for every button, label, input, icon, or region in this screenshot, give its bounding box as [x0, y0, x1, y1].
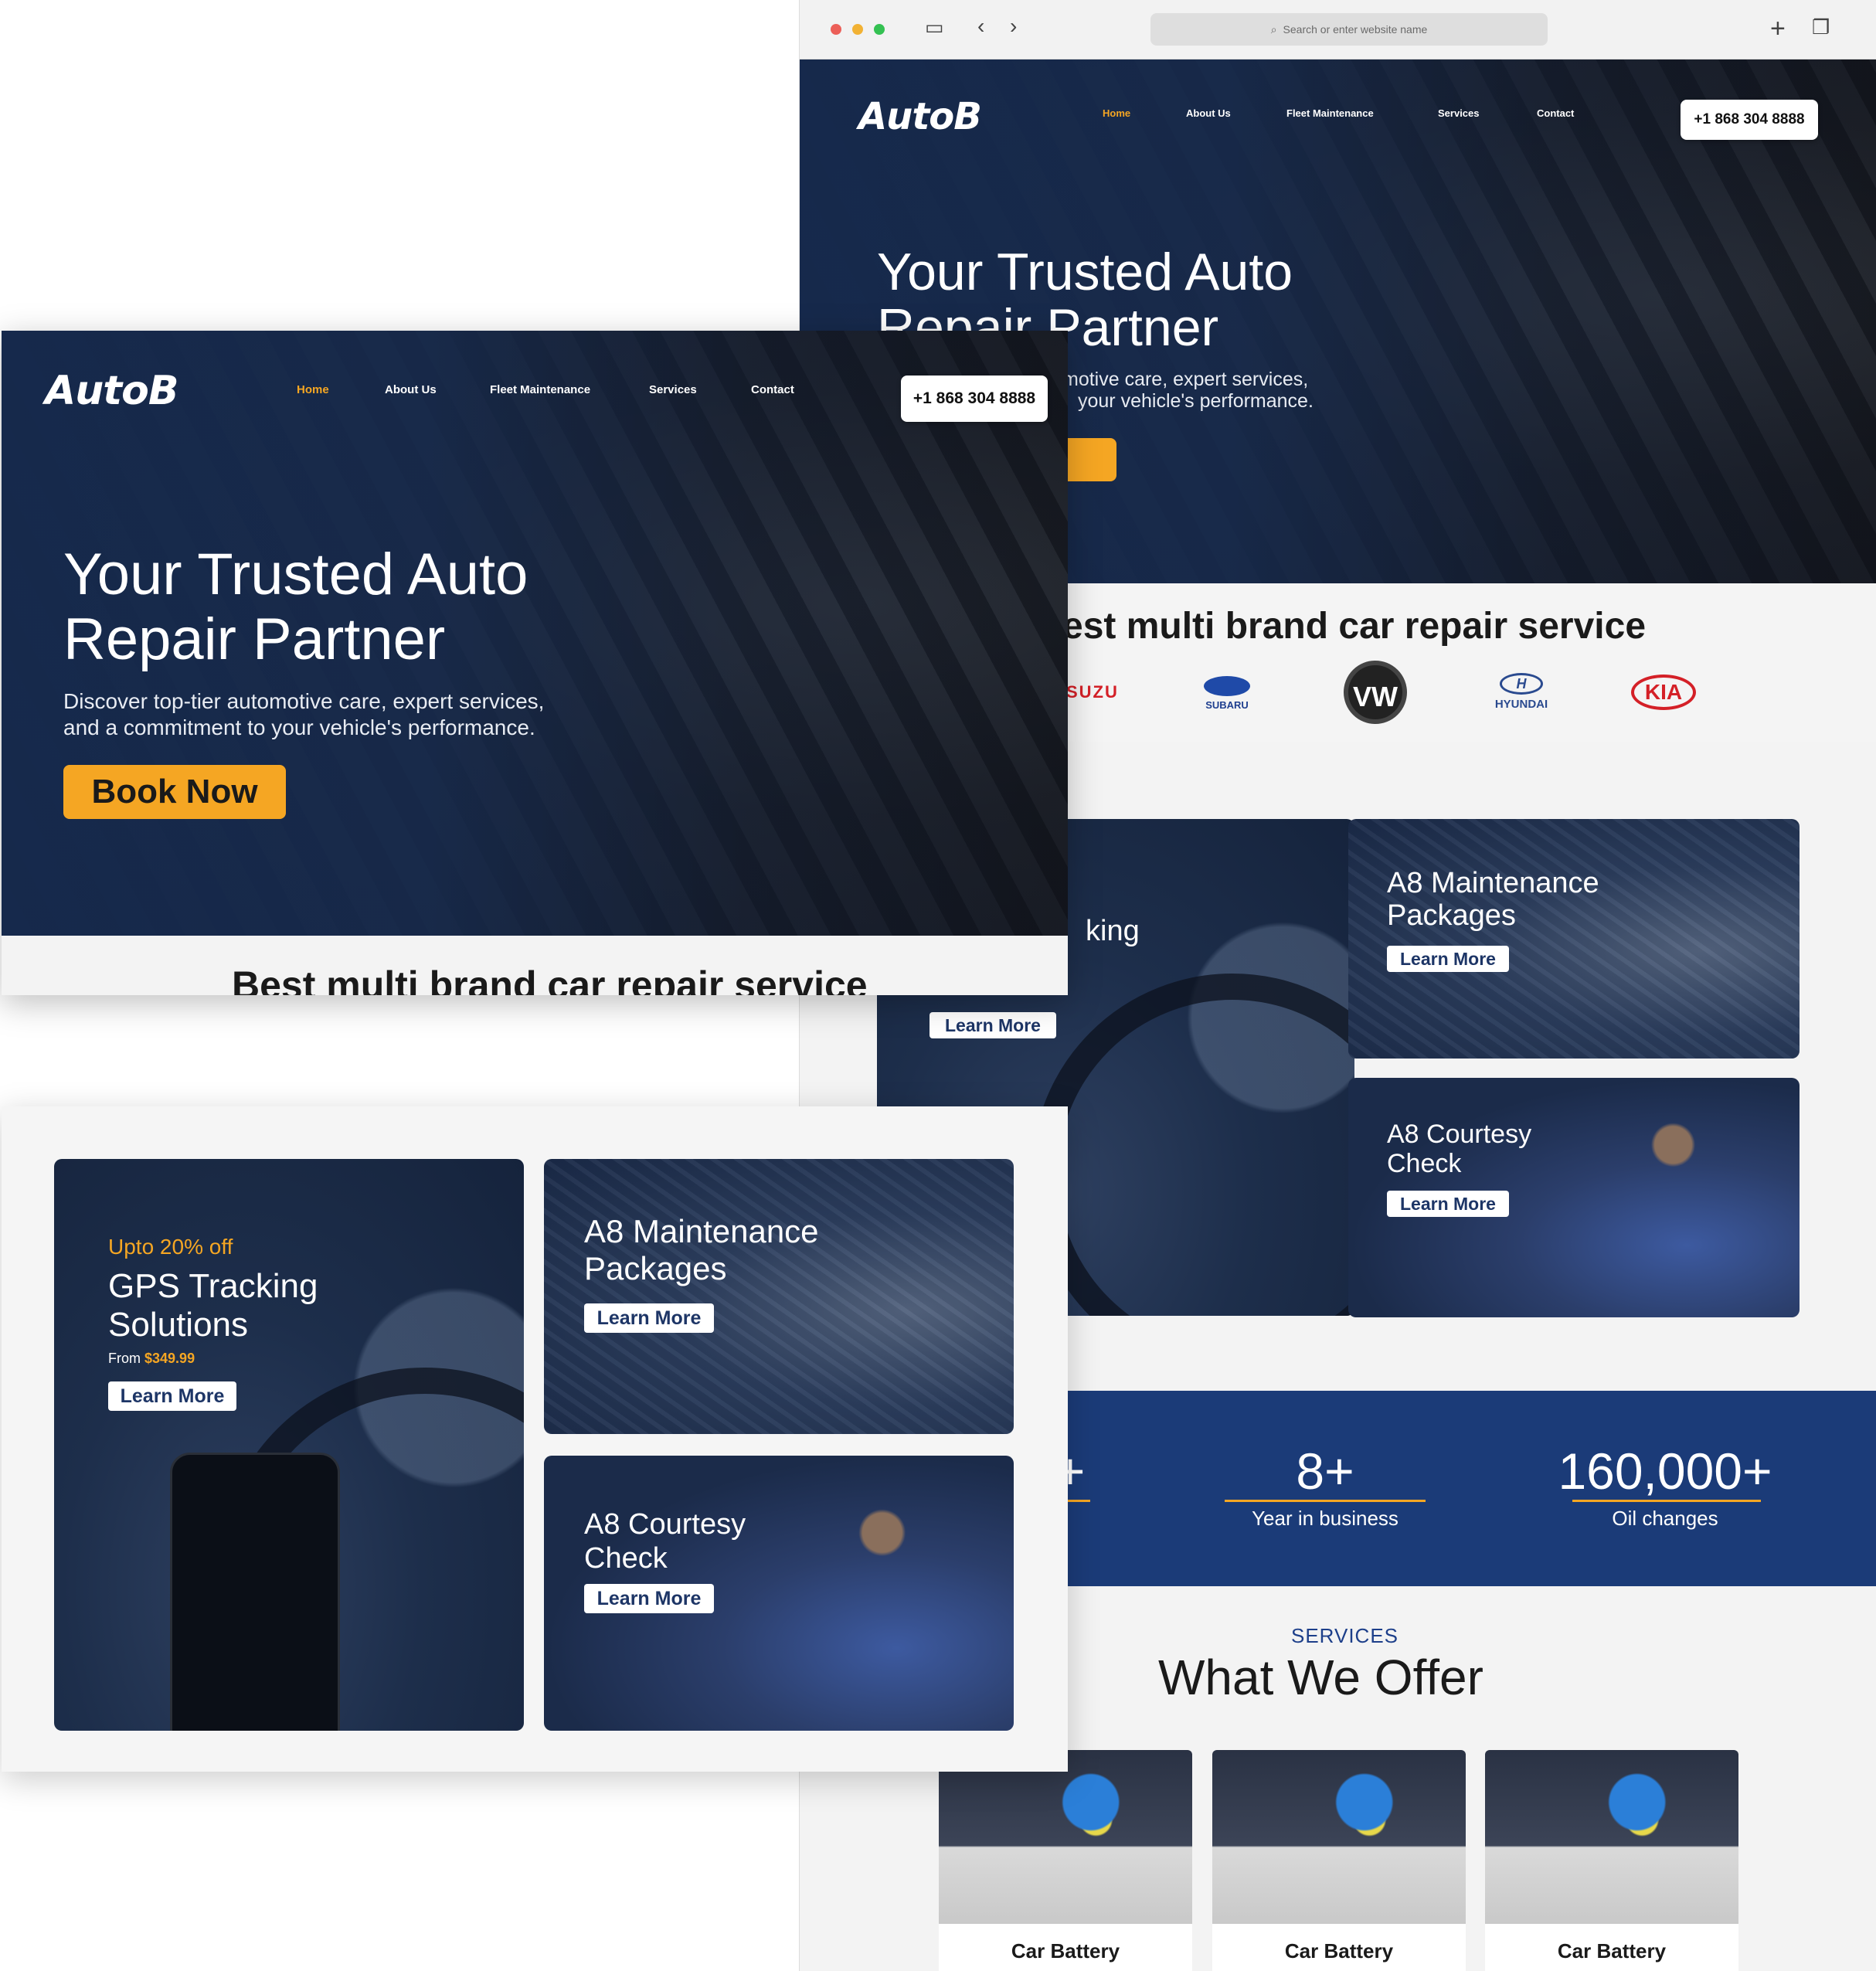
- maintenance-title-line2: Packages: [1387, 899, 1516, 932]
- learn-more-button[interactable]: Learn More: [584, 1303, 714, 1333]
- maintenance-title-line1: A8 Maintenance: [1387, 867, 1599, 899]
- price-value: $349.99: [144, 1351, 195, 1366]
- maintenance-card[interactable]: A8 Maintenance Packages Learn More: [544, 1159, 1014, 1434]
- site-logo[interactable]: AutoB: [858, 95, 982, 138]
- nav-fleet-maintenance[interactable]: Fleet Maintenance: [490, 383, 590, 396]
- brand-kia-logo: KIA: [1631, 675, 1696, 710]
- maintenance-card-back[interactable]: A8 Maintenance Packages Learn More: [1348, 819, 1800, 1059]
- brand-subaru-logo: SUBARU: [1198, 676, 1256, 711]
- stat-label-years: Year in business: [1252, 1507, 1399, 1530]
- learn-more-button[interactable]: Learn More: [108, 1381, 236, 1411]
- gps-title-partial: king: [1086, 915, 1140, 947]
- hero-title-line2: Repair Partner: [63, 607, 446, 672]
- services-title: What We Offer: [1158, 1650, 1483, 1705]
- sidebar-toggle-icon[interactable]: ▭: [925, 17, 944, 37]
- price-prefix: From: [108, 1351, 141, 1366]
- tab-overview-icon[interactable]: ❐: [1812, 17, 1830, 37]
- discount-label: Upto 20% off: [108, 1235, 233, 1259]
- service-card-title: Car Battery: [1284, 1939, 1394, 1963]
- service-card-title: Car Battery: [1011, 1939, 1120, 1963]
- stat-value-years: 8+: [1296, 1443, 1354, 1500]
- nav-contact[interactable]: Contact: [751, 383, 794, 396]
- service-card[interactable]: Car Battery: [1485, 1750, 1738, 1971]
- phone-button[interactable]: +1 868 304 8888: [901, 376, 1048, 422]
- courtesy-card-back[interactable]: A8 Courtesy Check Learn More: [1348, 1078, 1800, 1317]
- forward-arrow-icon[interactable]: ›: [1010, 15, 1017, 37]
- hero-section: AutoB Home About Us Fleet Maintenance Se…: [2, 331, 1068, 936]
- nav-fleet-maintenance[interactable]: Fleet Maintenance: [1286, 107, 1374, 119]
- hero-title-line1: Your Trusted Auto: [877, 243, 1293, 301]
- learn-more-button[interactable]: Learn More: [930, 1012, 1056, 1038]
- brand-isuzu-logo: SUZU: [1066, 682, 1119, 702]
- brand-volkswagen-logo: VW: [1344, 661, 1407, 724]
- close-window-dot[interactable]: [831, 24, 841, 35]
- browser-toolbar: ▭ ‹ › ⌕ Search or enter website name + ❐: [800, 0, 1876, 59]
- nav-about-us[interactable]: About Us: [1186, 107, 1231, 119]
- site-logo[interactable]: AutoB: [45, 368, 178, 414]
- car-battery-image: [1212, 1750, 1466, 1924]
- hero-subtitle-line2: your vehicle's performance.: [1078, 390, 1314, 412]
- phone-button[interactable]: +1 868 304 8888: [1681, 100, 1818, 140]
- book-now-button[interactable]: Book Now: [63, 765, 286, 819]
- minimize-window-dot[interactable]: [852, 24, 863, 35]
- courtesy-title-line2: Check: [584, 1542, 668, 1575]
- courtesy-title-line2: Check: [1387, 1149, 1462, 1178]
- gps-promo-card[interactable]: Upto 20% off GPS Tracking Solutions From…: [54, 1159, 524, 1731]
- nav-home[interactable]: Home: [297, 383, 329, 396]
- hero-preview-panel: AutoB Home About Us Fleet Maintenance Se…: [2, 331, 1068, 995]
- brand-hyundai-logo: H HYUNDAI: [1486, 673, 1557, 711]
- gps-title-line2: Solutions: [108, 1306, 249, 1344]
- back-arrow-icon[interactable]: ‹: [977, 15, 984, 37]
- price-line: From $349.99: [108, 1351, 195, 1366]
- courtesy-title-line1: A8 Courtesy: [584, 1508, 746, 1541]
- nav-services[interactable]: Services: [649, 383, 697, 396]
- stat-label-oil: Oil changes: [1612, 1507, 1718, 1530]
- stat-value-oil: 160,000+: [1558, 1443, 1772, 1500]
- brands-title: est multi brand car repair service: [1062, 606, 1647, 647]
- car-battery-image: [939, 1750, 1192, 1924]
- maintenance-title-line1: A8 Maintenance: [584, 1213, 819, 1249]
- hero-title-line1: Your Trusted Auto: [63, 542, 528, 607]
- service-card[interactable]: Car Battery: [1212, 1750, 1466, 1971]
- gps-title-line1: GPS Tracking: [108, 1267, 318, 1305]
- nav-services[interactable]: Services: [1438, 107, 1480, 119]
- maximize-window-dot[interactable]: [874, 24, 885, 35]
- smartphone-image: [170, 1453, 340, 1731]
- courtesy-title-line1: A8 Courtesy: [1387, 1120, 1532, 1149]
- nav-contact[interactable]: Contact: [1537, 107, 1574, 119]
- learn-more-button[interactable]: Learn More: [1387, 946, 1509, 972]
- hero-subtitle-line2: and a commitment to your vehicle's perfo…: [63, 715, 535, 739]
- search-icon: ⌕: [1270, 22, 1277, 36]
- nav-about-us[interactable]: About Us: [385, 383, 437, 396]
- learn-more-button[interactable]: Learn More: [584, 1584, 714, 1613]
- service-card-title: Car Battery: [1557, 1939, 1667, 1963]
- new-tab-icon[interactable]: +: [1770, 15, 1786, 42]
- car-battery-image: [1485, 1750, 1738, 1924]
- hero-subtitle-line1: Discover top-tier automotive care, exper…: [63, 689, 545, 713]
- services-kicker: SERVICES: [1291, 1624, 1399, 1647]
- service-card[interactable]: Car Battery: [939, 1750, 1192, 1971]
- address-bar-placeholder: Search or enter website name: [1283, 23, 1428, 36]
- nav-home[interactable]: Home: [1103, 107, 1130, 119]
- address-bar[interactable]: ⌕ Search or enter website name: [1150, 13, 1548, 46]
- brands-title: Best multi brand car repair service: [232, 963, 868, 995]
- courtesy-card[interactable]: A8 Courtesy Check Learn More: [544, 1456, 1014, 1731]
- promo-preview-panel: Upto 20% off GPS Tracking Solutions From…: [2, 1106, 1068, 1772]
- learn-more-button[interactable]: Learn More: [1387, 1191, 1509, 1217]
- maintenance-title-line2: Packages: [584, 1250, 727, 1286]
